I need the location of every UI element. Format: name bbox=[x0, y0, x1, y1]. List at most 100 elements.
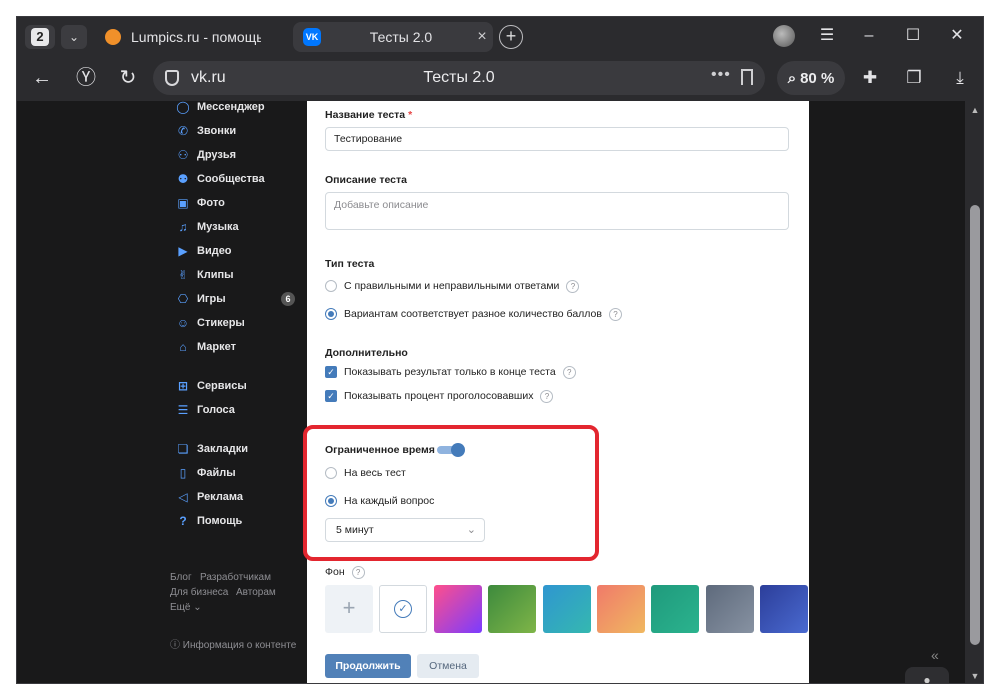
close-tab-icon[interactable]: × bbox=[471, 28, 493, 46]
sidebar-item-files[interactable]: ▯ Файлы bbox=[175, 463, 236, 483]
back-arrow-icon[interactable]: ← bbox=[29, 65, 55, 91]
friends-icon: ⚇ bbox=[177, 148, 189, 162]
test-type-label: Тип теста bbox=[325, 258, 375, 270]
megaphone-icon: ◁ bbox=[178, 490, 188, 504]
tab-vk-tests[interactable]: VK Тесты 2.0 × bbox=[293, 22, 493, 52]
bookmark-icon[interactable] bbox=[741, 69, 753, 85]
tab-count: 2 bbox=[31, 28, 49, 46]
continue-button[interactable]: Продолжить bbox=[325, 654, 411, 678]
file-icon: ▯ bbox=[179, 466, 187, 480]
sidebar-item-bookmarks[interactable]: ❏ Закладки bbox=[175, 439, 248, 459]
extra-option-vote-percent[interactable]: ✓ Показывать процент проголосовавших ? bbox=[325, 388, 554, 404]
new-tab-plus-icon[interactable]: + bbox=[499, 25, 523, 49]
sidebar-item-label: Маркет bbox=[197, 341, 236, 353]
background-none-swatch[interactable]: ✓ bbox=[379, 585, 427, 633]
zoom-button[interactable]: ⌕ 80 % bbox=[777, 61, 845, 95]
background-swatch[interactable] bbox=[434, 585, 482, 633]
video-icon: ▶ bbox=[178, 244, 188, 258]
footer-link-authors[interactable]: Авторам bbox=[236, 587, 276, 598]
type-option-points[interactable]: Вариантам соответствует разное количеств… bbox=[325, 306, 622, 322]
footer-link-more[interactable]: Ещё ⌄ bbox=[170, 602, 202, 613]
yandex-icon[interactable]: Ⓨ bbox=[73, 65, 99, 91]
chat-bubble-button[interactable]: ● bbox=[905, 667, 949, 684]
scroll-down-arrow-icon[interactable]: ▼ bbox=[965, 671, 983, 681]
tab-title: Тесты 2.0 bbox=[369, 29, 433, 45]
sidebar-item-label: Помощь bbox=[197, 515, 243, 527]
sidebar-item-games[interactable]: ⎔ Игры bbox=[175, 289, 226, 309]
sidebar-item-stickers[interactable]: ☺ Стикеры bbox=[175, 313, 245, 333]
help-question-icon[interactable]: ? bbox=[351, 566, 365, 579]
sidebar-item-communities[interactable]: ⚉ Сообщества bbox=[175, 169, 265, 189]
sidebar-item-market[interactable]: ⌂ Маркет bbox=[175, 337, 236, 357]
background-swatch[interactable] bbox=[760, 585, 808, 633]
sidebar-item-votes[interactable]: ☰ Голоса bbox=[175, 400, 235, 420]
collections-icon[interactable]: ❐ bbox=[903, 67, 925, 89]
background-swatch[interactable] bbox=[651, 585, 699, 633]
reload-icon[interactable]: ↻ bbox=[115, 65, 141, 91]
sidebar-item-calls[interactable]: ✆ Звонки bbox=[175, 121, 236, 141]
description-label: Описание теста bbox=[325, 174, 407, 186]
phone-icon: ✆ bbox=[177, 124, 189, 138]
help-question-icon[interactable]: ? bbox=[562, 365, 576, 379]
type-option-right-wrong[interactable]: С правильными и неправильными ответами ? bbox=[325, 278, 580, 294]
menu-hamburger-icon[interactable]: ☰ bbox=[813, 23, 841, 49]
sidebar-item-label: Реклама bbox=[197, 491, 244, 503]
info-icon: ⓘ bbox=[170, 640, 183, 651]
sidebar-item-video[interactable]: ▶ Видео bbox=[175, 241, 232, 261]
help-question-icon[interactable]: ? bbox=[540, 389, 554, 403]
sidebar-item-friends[interactable]: ⚇ Друзья bbox=[175, 145, 236, 165]
page-content: ◯ Мессенджер ✆ Звонки ⚇ Друзья ⚉ Сообщества … bbox=[17, 101, 983, 684]
tabs-menu-chevron-icon[interactable]: ⌄ bbox=[61, 25, 87, 49]
test-name-input[interactable]: Тестирование bbox=[325, 127, 789, 151]
tab-count-button[interactable]: 2 bbox=[25, 25, 55, 49]
help-question-icon[interactable]: ? bbox=[608, 307, 622, 321]
description-input[interactable]: Добавьте описание bbox=[325, 192, 789, 230]
footer-link-blog[interactable]: Блог bbox=[170, 572, 192, 583]
sidebar-item-photo[interactable]: ▣ Фото bbox=[175, 193, 224, 213]
background-swatch[interactable] bbox=[488, 585, 536, 633]
maximize-icon[interactable]: ☐ bbox=[899, 23, 927, 49]
profile-avatar-icon[interactable] bbox=[773, 25, 795, 47]
radio-label: Вариантам соответствует разное количеств… bbox=[344, 308, 602, 320]
lumpics-favicon-icon bbox=[105, 29, 121, 45]
sidebar-item-label: Друзья bbox=[197, 149, 237, 161]
browser-window: 2 ⌄ Lumpics.ru - помощь с компьютером VK… bbox=[16, 16, 984, 684]
checkbox-checked-icon[interactable]: ✓ bbox=[325, 366, 337, 378]
background-swatch[interactable] bbox=[706, 585, 754, 633]
sidebar-item-help[interactable]: ? Помощь bbox=[175, 511, 242, 531]
radio-unchecked[interactable] bbox=[325, 280, 337, 292]
footer-link-developers[interactable]: Разработчикам bbox=[200, 572, 271, 583]
collapse-chevrons-icon[interactable]: « bbox=[931, 647, 939, 663]
sidebar-item-music[interactable]: ♫ Музыка bbox=[175, 217, 239, 237]
extensions-puzzle-icon[interactable]: ✚ bbox=[859, 67, 881, 89]
background-label: Фон? bbox=[325, 566, 365, 579]
chat-bubble-icon: ● bbox=[923, 673, 931, 684]
sidebar-item-label: Голоса bbox=[197, 404, 235, 416]
background-swatch[interactable] bbox=[597, 585, 645, 633]
footer-link-business[interactable]: Для бизнеса bbox=[170, 587, 228, 598]
background-swatch[interactable] bbox=[543, 585, 591, 633]
page-scrollbar[interactable]: ▲ ▼ bbox=[965, 101, 983, 683]
omnibox[interactable]: vk.ru Тесты 2.0 ••• bbox=[153, 61, 765, 95]
sidebar-item-messenger[interactable]: ◯ Мессенджер bbox=[175, 101, 264, 117]
sidebar-item-label: Видео bbox=[197, 245, 232, 257]
checkbox-checked-icon[interactable]: ✓ bbox=[325, 390, 337, 402]
cancel-button[interactable]: Отмена bbox=[417, 654, 479, 678]
extra-option-result-at-end[interactable]: ✓ Показывать результат только в конце те… bbox=[325, 364, 576, 380]
sidebar-item-services[interactable]: ⊞ Сервисы bbox=[175, 376, 247, 396]
minimize-icon[interactable]: – bbox=[855, 23, 883, 49]
footer-content-info[interactable]: ⓘ Информация о контенте bbox=[170, 636, 296, 651]
help-question-icon[interactable]: ? bbox=[566, 279, 580, 293]
add-background-plus-icon[interactable]: + bbox=[325, 585, 373, 633]
bookmark-icon: ❏ bbox=[177, 442, 189, 456]
sidebar-item-clips[interactable]: ✌ Клипы bbox=[175, 265, 234, 285]
tab-lumpics[interactable]: Lumpics.ru - помощь с компьютером bbox=[95, 21, 285, 53]
scrollbar-thumb[interactable] bbox=[970, 205, 980, 645]
radio-checked[interactable] bbox=[325, 308, 337, 320]
chat-bubble-icon: ◯ bbox=[176, 101, 190, 114]
sidebar-item-ads[interactable]: ◁ Реклама bbox=[175, 487, 243, 507]
close-window-icon[interactable]: ✕ bbox=[943, 23, 971, 49]
downloads-icon[interactable]: ⤓ bbox=[949, 67, 971, 89]
more-dots-icon[interactable]: ••• bbox=[711, 66, 731, 84]
scroll-up-arrow-icon[interactable]: ▲ bbox=[965, 105, 983, 115]
